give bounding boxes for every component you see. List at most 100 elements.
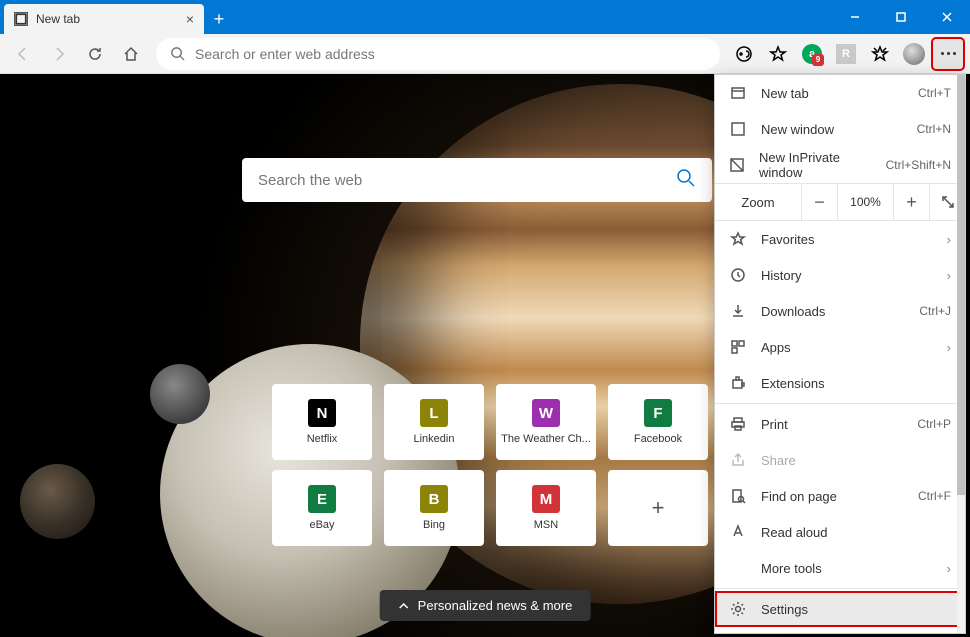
read-aloud-icon — [729, 524, 747, 540]
tracking-prevention-icon[interactable] — [728, 38, 760, 70]
zoom-percent: 100% — [837, 184, 893, 220]
web-search-box[interactable]: Search the web — [242, 158, 712, 202]
menu-label: Apps — [761, 340, 791, 355]
window-maximize-button[interactable] — [878, 0, 924, 34]
back-button[interactable] — [6, 37, 40, 71]
tab-close-button[interactable]: × — [186, 11, 194, 27]
quick-link-tile[interactable]: WThe Weather Ch... — [496, 384, 596, 460]
extension-r-icon[interactable]: R — [830, 38, 862, 70]
menu-more-tools[interactable]: More tools › — [715, 550, 965, 586]
quick-link-tile[interactable]: BBing — [384, 470, 484, 546]
web-search-placeholder: Search the web — [258, 172, 362, 189]
tile-logo: F — [644, 399, 672, 427]
menu-settings[interactable]: Settings — [715, 591, 965, 627]
news-button-label: Personalized news & more — [418, 598, 573, 613]
menu-new-tab[interactable]: New tab Ctrl+T — [715, 75, 965, 111]
find-icon — [729, 488, 747, 504]
zoom-in-button[interactable]: + — [893, 184, 929, 220]
quick-link-tile[interactable]: LLinkedin — [384, 384, 484, 460]
forward-button[interactable] — [42, 37, 76, 71]
share-icon — [729, 452, 747, 468]
search-icon[interactable] — [676, 168, 696, 192]
tile-label: eBay — [309, 519, 334, 531]
menu-apps[interactable]: Apps › — [715, 329, 965, 365]
tile-logo: M — [532, 485, 560, 513]
address-bar[interactable]: Search or enter web address — [156, 38, 720, 70]
tile-logo: N — [308, 399, 336, 427]
favorites-button[interactable] — [864, 38, 896, 70]
inprivate-icon — [729, 157, 745, 173]
quick-link-tile[interactable]: M MSN — [496, 470, 596, 546]
add-quick-link-tile[interactable]: + — [608, 470, 708, 546]
wallpaper-moon-left — [20, 464, 95, 539]
tab-favicon — [14, 12, 28, 26]
settings-and-more-button[interactable] — [932, 38, 964, 70]
menu-print[interactable]: Print Ctrl+P — [715, 406, 965, 442]
apps-icon — [729, 339, 747, 355]
tile-label: Facebook — [634, 433, 682, 445]
menu-new-window[interactable]: New window Ctrl+N — [715, 111, 965, 147]
menu-label: Share — [761, 453, 796, 468]
home-button[interactable] — [114, 37, 148, 71]
menu-label: Print — [761, 417, 788, 432]
window-controls — [832, 0, 970, 34]
menu-label: More tools — [761, 561, 822, 576]
refresh-button[interactable] — [78, 37, 112, 71]
menu-shortcut: Ctrl+J — [919, 304, 951, 318]
menu-label: Extensions — [761, 376, 825, 391]
tile-logo: B — [420, 485, 448, 513]
menu-help-feedback[interactable]: Help and feedback › — [715, 627, 965, 634]
profile-avatar[interactable] — [898, 38, 930, 70]
chevron-right-icon: › — [947, 268, 951, 283]
tile-label: The Weather Ch... — [501, 433, 591, 445]
zoom-out-button[interactable]: − — [801, 184, 837, 220]
tile-label: MSN — [534, 519, 558, 531]
history-icon — [729, 267, 747, 283]
menu-label: Favorites — [761, 232, 814, 247]
menu-history[interactable]: History › — [715, 257, 965, 293]
tile-label: Linkedin — [414, 433, 455, 445]
menu-extensions[interactable]: Extensions — [715, 365, 965, 401]
download-icon — [729, 303, 747, 319]
menu-zoom-row: Zoom − 100% + — [715, 183, 965, 221]
extension-badge: 9 — [812, 54, 824, 66]
settings-and-more-menu: New tab Ctrl+T New window Ctrl+N New InP… — [714, 74, 966, 634]
browser-tab[interactable]: New tab × — [4, 4, 204, 34]
new-tab-button[interactable]: + — [204, 4, 234, 34]
menu-read-aloud[interactable]: Read aloud — [715, 514, 965, 550]
window-close-button[interactable] — [924, 0, 970, 34]
menu-separator — [715, 403, 965, 404]
window-titlebar: New tab × + — [0, 0, 970, 34]
extension-a-icon[interactable]: a9 — [796, 38, 828, 70]
menu-shortcut: Ctrl+T — [918, 86, 951, 100]
search-icon — [170, 46, 185, 61]
menu-downloads[interactable]: Downloads Ctrl+J — [715, 293, 965, 329]
menu-separator — [715, 588, 965, 589]
menu-shortcut: Ctrl+P — [917, 417, 951, 431]
menu-label: Downloads — [761, 304, 825, 319]
browser-toolbar: Search or enter web address a9 R — [0, 34, 970, 74]
menu-label: New InPrivate window — [759, 150, 872, 180]
chevron-right-icon: › — [947, 561, 951, 576]
star-icon — [729, 231, 747, 247]
favorite-star-icon[interactable] — [762, 38, 794, 70]
tile-logo: E — [308, 485, 336, 513]
address-bar-placeholder: Search or enter web address — [195, 46, 375, 62]
menu-scrollbar[interactable] — [957, 75, 965, 633]
personalized-news-button[interactable]: Personalized news & more — [380, 590, 591, 621]
tab-title: New tab — [36, 12, 80, 26]
menu-label: New window — [761, 122, 834, 137]
chevron-right-icon: › — [947, 232, 951, 247]
quick-link-tile[interactable]: F Facebook — [608, 384, 708, 460]
quick-link-tile[interactable]: EeBay — [272, 470, 372, 546]
menu-new-inprivate[interactable]: New InPrivate window Ctrl+Shift+N — [715, 147, 965, 183]
menu-favorites[interactable]: Favorites › — [715, 221, 965, 257]
tab-strip: New tab × + — [0, 0, 234, 34]
menu-label: Find on page — [761, 489, 837, 504]
wallpaper-moon-small — [150, 364, 210, 424]
menu-find-on-page[interactable]: Find on page Ctrl+F — [715, 478, 965, 514]
menu-shortcut: Ctrl+Shift+N — [886, 158, 951, 172]
menu-share: Share — [715, 442, 965, 478]
window-minimize-button[interactable] — [832, 0, 878, 34]
quick-link-tile[interactable]: NNetflix — [272, 384, 372, 460]
